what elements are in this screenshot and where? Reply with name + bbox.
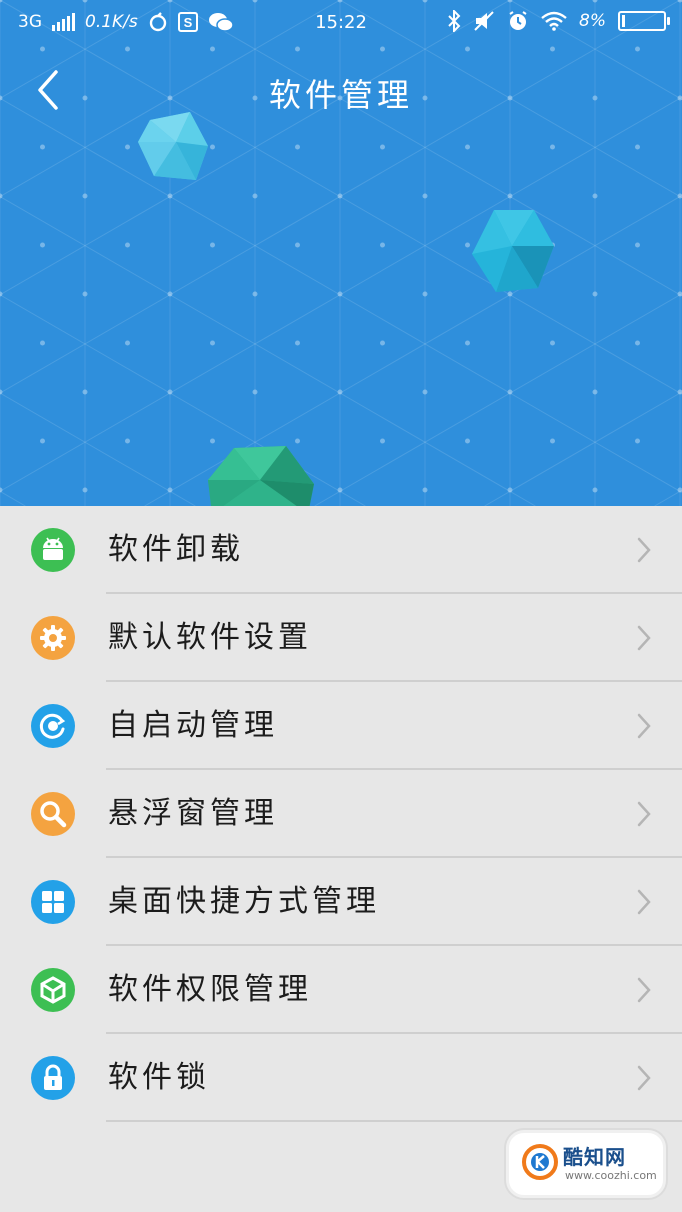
menu-item-label: 悬浮窗管理 [108, 796, 278, 831]
bluetooth-icon [448, 10, 461, 32]
battery-icon [618, 11, 670, 31]
shield-check-icon [31, 968, 75, 1012]
wifi-icon [541, 11, 567, 31]
menu-item-default-apps[interactable]: 默认软件设置 [0, 594, 682, 682]
chevron-right-icon [637, 1065, 651, 1091]
battery-percent: 8% [579, 11, 606, 31]
alarm-icon [509, 11, 527, 30]
gem-decoration-large [208, 446, 314, 506]
chevron-right-icon [637, 889, 651, 915]
coozhi-watermark: 酷知网 www.coozhi.com [506, 1130, 666, 1198]
divider [106, 1120, 682, 1122]
menu-item-label: 软件锁 [108, 1060, 210, 1095]
chevron-right-icon [637, 977, 651, 1003]
grid-icon [31, 880, 75, 924]
coozhi-logo-icon [522, 1144, 558, 1180]
gem-decoration-medium [472, 210, 554, 292]
menu-item-floating-window[interactable]: 悬浮窗管理 [0, 770, 682, 858]
status-bar: 3G 0.1K/s S 15:22 8% [0, 0, 682, 46]
gem-decoration-small [138, 112, 208, 180]
watermark-url: www.coozhi.com [565, 1169, 657, 1182]
header-banner: 3G 0.1K/s S 15:22 8% 软件管理 [0, 0, 682, 506]
gear-icon [31, 616, 75, 660]
menu-item-label: 软件权限管理 [108, 972, 312, 1007]
menu-item-label: 桌面快捷方式管理 [108, 884, 380, 919]
watermark-name: 酷知网 [563, 1145, 626, 1169]
chevron-right-icon [637, 713, 651, 739]
chevron-right-icon [637, 625, 651, 651]
page-title: 软件管理 [268, 76, 413, 114]
menu-item-app-permissions[interactable]: 软件权限管理 [0, 946, 682, 1034]
menu-item-label: 默认软件设置 [108, 620, 312, 655]
chevron-right-icon [637, 537, 651, 563]
android-icon [31, 528, 75, 572]
mute-icon [474, 11, 494, 31]
lock-icon [31, 1056, 75, 1100]
settings-list: 软件卸载 默认软件设置 自启动管理 悬浮窗管理 桌面快捷方式管理 软件权限管理 … [0, 506, 682, 1122]
menu-item-desktop-shortcuts[interactable]: 桌面快捷方式管理 [0, 858, 682, 946]
menu-item-label: 软件卸载 [108, 532, 244, 567]
menu-item-uninstall[interactable]: 软件卸载 [0, 506, 682, 594]
menu-item-app-lock[interactable]: 软件锁 [0, 1034, 682, 1122]
menu-item-autostart[interactable]: 自启动管理 [0, 682, 682, 770]
wrench-icon [31, 792, 75, 836]
menu-item-label: 自启动管理 [108, 708, 278, 743]
chevron-right-icon [637, 801, 651, 827]
power-cycle-icon [31, 704, 75, 748]
